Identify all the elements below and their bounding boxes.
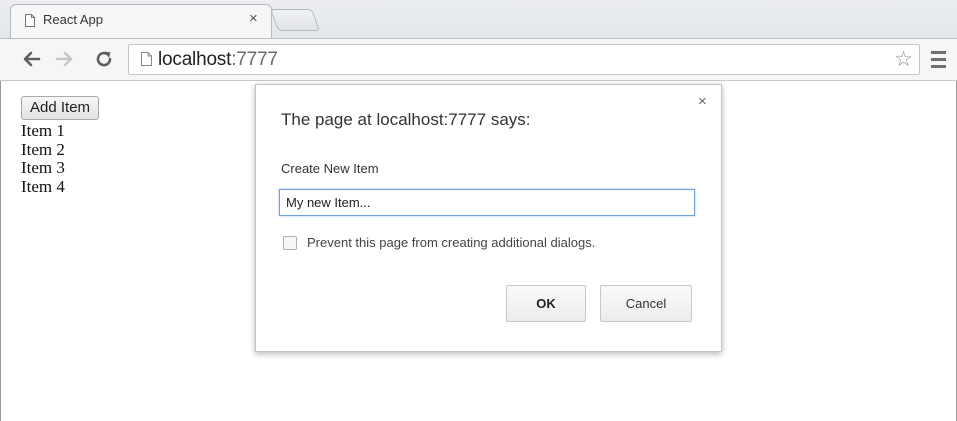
tab-strip: React App × — [0, 0, 957, 39]
tab-close-icon[interactable]: × — [249, 10, 258, 27]
prompt-dialog: × The page at localhost:7777 says: Creat… — [255, 84, 722, 352]
suppress-dialogs-label: Prevent this page from creating addition… — [307, 235, 596, 250]
dialog-close-icon[interactable]: × — [698, 93, 707, 110]
reload-button[interactable] — [92, 47, 116, 71]
dialog-title: The page at localhost:7777 says: — [281, 110, 531, 129]
reload-icon — [96, 51, 112, 67]
browser-toolbar: localhost:7777 ☆ — [0, 39, 957, 81]
list-item: Item 3 — [21, 158, 65, 177]
back-arrow-icon — [23, 51, 41, 67]
dialog-label: Create New Item — [281, 161, 379, 176]
menu-icon[interactable] — [930, 47, 948, 71]
item-name-input[interactable] — [279, 189, 695, 216]
bookmark-star-icon[interactable]: ☆ — [894, 49, 913, 70]
page-icon — [141, 52, 152, 66]
tab-react-app[interactable]: React App × — [10, 4, 272, 38]
page-icon — [25, 14, 35, 27]
forward-arrow-icon — [55, 51, 73, 67]
back-button[interactable] — [20, 47, 44, 71]
item-list: Item 1 Item 2 Item 3 Item 4 — [21, 121, 65, 196]
browser-chrome: React App × localhost:7777 ☆ — [0, 0, 957, 81]
list-item: Item 4 — [21, 176, 65, 196]
address-bar[interactable]: localhost:7777 ☆ — [128, 44, 920, 75]
suppress-dialogs-checkbox[interactable] — [283, 235, 297, 250]
url-host: localhost — [158, 49, 232, 70]
url-port: :7777 — [231, 49, 278, 70]
add-item-button[interactable]: Add Item — [21, 96, 100, 120]
url-text: localhost:7777 — [158, 49, 278, 71]
suppress-dialogs-row: Prevent this page from creating addition… — [283, 235, 595, 250]
ok-button[interactable]: OK — [506, 285, 586, 322]
cancel-button[interactable]: Cancel — [600, 285, 692, 322]
new-tab-button[interactable] — [269, 9, 321, 31]
list-item: Item 2 — [21, 139, 65, 159]
forward-button[interactable] — [52, 47, 76, 71]
tab-title: React App — [43, 12, 103, 27]
list-item: Item 1 — [21, 121, 65, 140]
